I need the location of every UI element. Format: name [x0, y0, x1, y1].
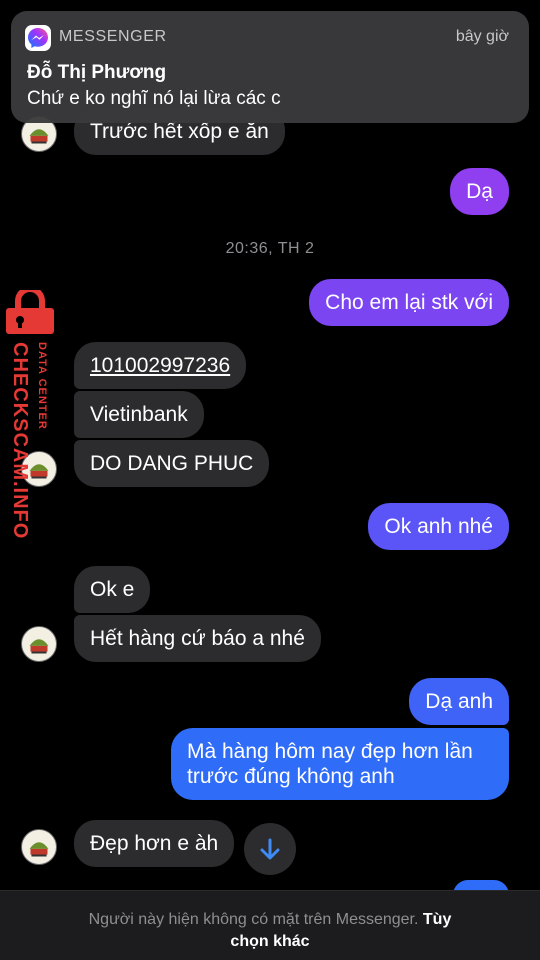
message-line: Mà hàng hôm nay đẹp hơn lần [187, 740, 473, 763]
more-options-link[interactable]: Tùy [423, 911, 451, 928]
contact-avatar[interactable] [21, 829, 57, 865]
message-timestamp: 20:36, TH 2 [225, 240, 315, 257]
more-options-link[interactable]: chọn khác [230, 933, 309, 950]
message-outgoing[interactable]: Dạ [450, 168, 509, 215]
contact-avatar[interactable] [21, 626, 57, 662]
arrow-down-icon [260, 838, 280, 860]
message-outgoing[interactable]: Ok anh nhé [368, 503, 509, 550]
message-account-number[interactable]: 101002997236 [74, 342, 247, 389]
messenger-logo-icon [25, 25, 51, 51]
notification-preview: Chứ e ko nghĩ nó lại lừa các c [27, 88, 281, 109]
watermark-subtext: DATA CENTER [36, 342, 48, 430]
unavailable-footer: Người này hiện không có mặt trên Messeng… [0, 890, 540, 960]
message-bank-name[interactable]: Vietinbank [74, 391, 204, 438]
notification-sender: Đỗ Thị Phương [27, 62, 167, 83]
message-outgoing[interactable]: Cho em lại stk với [309, 279, 509, 326]
message-incoming[interactable]: Đẹp hơn e àh [74, 820, 235, 867]
message-account-holder[interactable]: DO DANG PHUC [74, 440, 270, 487]
message-outgoing[interactable]: Dạ anh [409, 678, 509, 725]
watermark: CHECKSCAM.INFO DATA CENTER [2, 290, 60, 550]
message-line: trước đúng không anh [187, 765, 395, 788]
message-outgoing-partial[interactable] [453, 880, 509, 890]
notification-banner[interactable]: MESSENGER bây giờ Đỗ Thị Phương Chứ e ko… [11, 11, 529, 123]
message-outgoing-multiline[interactable]: Mà hàng hôm nay đẹp hơn lần trước đúng k… [171, 728, 509, 800]
message-incoming[interactable]: Hết hàng cứ báo a nhé [74, 615, 321, 662]
message-incoming[interactable]: Ok e [74, 566, 151, 613]
scroll-to-bottom-button[interactable] [244, 823, 296, 875]
footer-status-text: Người này hiện không có mặt trên Messeng… [88, 911, 419, 928]
notification-time: bây giờ [455, 28, 509, 45]
notification-app-name: MESSENGER [59, 28, 167, 45]
watermark-text: CHECKSCAM.INFO [9, 342, 31, 540]
chat-thread[interactable]: Trước hết xốp e ăn Dạ 20:36, TH 2 Cho em… [0, 0, 540, 890]
lock-icon [6, 290, 54, 334]
